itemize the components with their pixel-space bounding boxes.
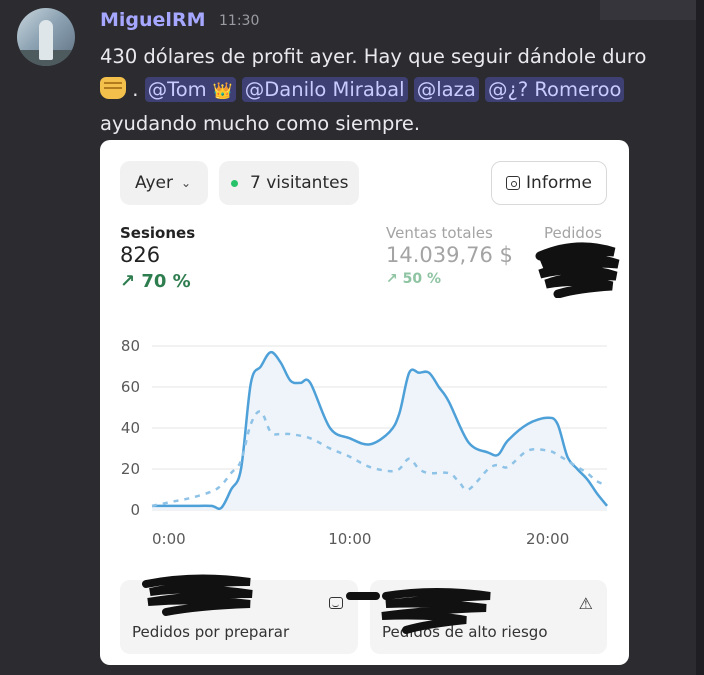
metric-sessions-label[interactable]: Sesiones [120, 224, 195, 242]
live-dot-icon [231, 179, 238, 187]
mention-romeroo[interactable]: @¿? Romeroo [484, 77, 625, 102]
y-tick-label: 0 [130, 501, 140, 519]
metric-sales-change: ↗ 50 % [386, 271, 441, 287]
x-tick-label: 10:00 [328, 530, 371, 548]
day-selector-label: Ayer [135, 173, 173, 193]
tile-orders-to-prepare-label: Pedidos por preparar [132, 623, 290, 641]
redaction-scribble [535, 242, 620, 298]
analytics-screenshot[interactable]: Ayer ⌄ 7 visitantes Informe Sesiones 826… [100, 140, 629, 665]
message-text-3: ayudando mucho como siempre. [100, 112, 421, 135]
redaction-scribble [346, 588, 491, 634]
report-button-label: Informe [526, 173, 592, 193]
report-button[interactable]: Informe [491, 161, 607, 205]
scrollbar-track[interactable] [696, 0, 704, 675]
metric-sessions-change: ↗ 70 % [120, 271, 191, 292]
chevron-down-icon: ⌄ [180, 176, 192, 190]
avatar-figure [39, 20, 53, 60]
tile-high-risk-orders[interactable]: Pedidos de alto riesgo ⚠ [346, 580, 607, 654]
day-selector[interactable]: Ayer ⌄ [120, 161, 208, 205]
mention-danilo[interactable]: @Danilo Mirabal [241, 77, 408, 102]
username[interactable]: MiguelRM [100, 9, 205, 31]
y-tick-label: 80 [121, 337, 140, 355]
sessions-area [152, 352, 607, 510]
metric-sales-value: 14.039,76 $ [386, 243, 513, 267]
metric-sales-label[interactable]: Ventas totales [386, 224, 493, 242]
metric-sessions-value: 826 [120, 243, 161, 267]
top-bar-fragment [600, 0, 704, 20]
message-text-1: 430 dólares de profit ayer. Hay que segu… [100, 45, 647, 68]
visitors-label: 7 visitantes [250, 173, 349, 193]
warning-icon: ⚠ [578, 594, 593, 613]
y-tick-label: 20 [121, 460, 140, 478]
tile-orders-to-prepare[interactable]: Pedidos por preparar [120, 574, 358, 654]
avatar[interactable] [17, 8, 75, 66]
message-text-2: . [132, 78, 139, 101]
oncoming-fist-icon [100, 77, 126, 99]
inbox-icon [329, 597, 343, 609]
visitors-badge[interactable]: 7 visitantes [219, 161, 359, 205]
report-icon [506, 176, 521, 190]
redaction-scribble [142, 574, 253, 616]
x-tick-label: 20:00 [526, 530, 569, 548]
y-tick-label: 60 [121, 378, 140, 396]
mention-tom[interactable]: @Tom 👑 [144, 77, 236, 102]
sessions-chart[interactable]: 0 20 40 60 80 0:00 10:00 20:00 [100, 330, 629, 555]
y-tick-label: 40 [121, 419, 140, 437]
mention-laza[interactable]: @laza [413, 77, 479, 102]
timestamp: 11:30 [219, 13, 260, 29]
crown-icon: 👑 [212, 81, 233, 100]
message-text: 430 dólares de profit ayer. Hay que segu… [100, 40, 660, 140]
x-tick-label: 0:00 [152, 530, 186, 548]
